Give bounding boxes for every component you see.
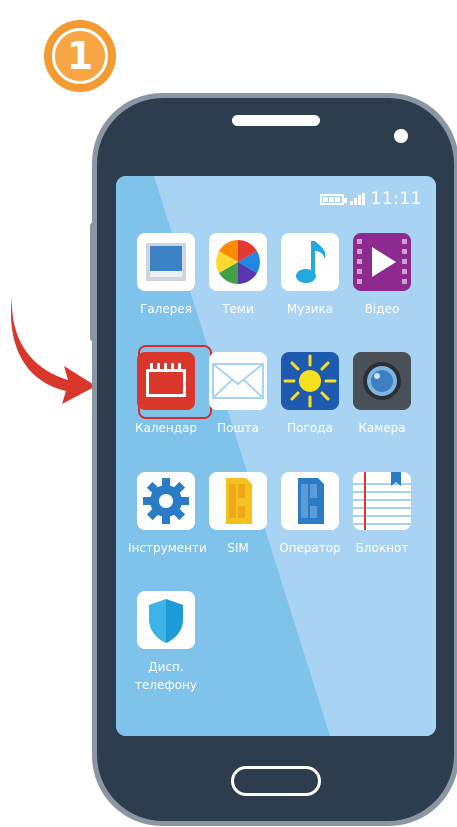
app-themes[interactable]: Теми — [200, 233, 276, 318]
app-label: Теми — [222, 302, 254, 316]
mail-icon — [209, 352, 267, 410]
front-camera — [394, 129, 408, 143]
app-label: Музика — [286, 302, 334, 316]
step-number: 1 — [52, 28, 108, 84]
app-label: SIM — [227, 541, 249, 555]
app-label-line1: Дисп. — [148, 660, 184, 674]
app-label: Галерея — [140, 302, 192, 316]
music-icon — [281, 233, 339, 291]
sim-icon — [209, 472, 267, 530]
app-tools[interactable]: Інструменти — [128, 472, 207, 557]
app-weather[interactable]: Погода — [272, 352, 348, 437]
status-time: 11:11 — [370, 189, 422, 209]
app-label: Блокнот — [355, 541, 409, 555]
operator-icon — [281, 472, 339, 530]
tools-icon — [137, 472, 195, 530]
app-camera[interactable]: Камера — [344, 352, 420, 437]
app-gallery[interactable]: Галерея — [128, 233, 204, 318]
phone-screen: 11:11 Галерея Теми Музика Відео Календар… — [116, 176, 436, 736]
app-video[interactable]: Відео — [344, 233, 420, 318]
step-badge: 1 — [44, 20, 116, 92]
app-music[interactable]: Музика — [272, 233, 348, 318]
speaker-grille — [232, 115, 320, 126]
calendar-icon — [137, 352, 195, 410]
status-bar: 11:11 — [319, 189, 423, 209]
app-label: Дисп. телефону — [128, 658, 204, 694]
app-label: Інструменти — [128, 541, 207, 555]
pointer-arrow-icon — [10, 296, 96, 404]
camera-icon — [353, 352, 411, 410]
app-label: Оператор — [279, 541, 341, 555]
shield-icon — [137, 591, 195, 649]
app-label: Погода — [287, 421, 333, 435]
app-label: Відео — [364, 302, 400, 316]
themes-icon — [209, 233, 267, 291]
app-label: Камера — [358, 421, 406, 435]
app-label-line2: телефону — [135, 678, 197, 692]
battery-icon — [319, 193, 347, 205]
app-label: Пошта — [217, 421, 259, 435]
signal-icon — [349, 193, 365, 205]
app-notepad[interactable]: Блокнот — [344, 472, 420, 557]
app-phone-manager[interactable]: Дисп. телефону — [128, 591, 204, 694]
weather-icon — [281, 352, 339, 410]
app-sim[interactable]: SIM — [200, 472, 276, 557]
app-label: Календар — [134, 421, 198, 435]
home-button[interactable] — [231, 766, 321, 796]
app-mail[interactable]: Пошта — [200, 352, 276, 437]
notepad-icon — [353, 472, 411, 530]
app-operator[interactable]: Оператор — [272, 472, 348, 557]
gallery-icon — [137, 233, 195, 291]
app-calendar[interactable]: Календар — [128, 345, 212, 437]
video-icon — [353, 233, 411, 291]
